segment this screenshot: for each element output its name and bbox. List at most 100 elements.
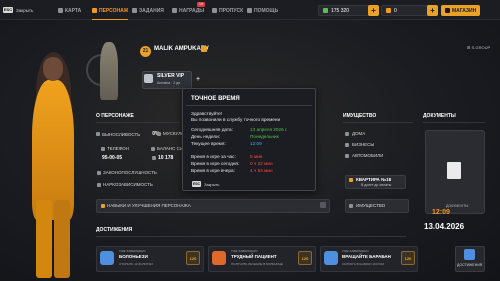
character-leg — [54, 200, 70, 278]
business-icon — [345, 142, 349, 147]
divider — [96, 236, 406, 237]
current-date: 13.04.2026 — [424, 222, 465, 231]
tab-character[interactable]: ПЕРСОНАЖ — [92, 6, 128, 15]
edit-icon[interactable] — [201, 46, 207, 52]
today-value: 0 ч 22 мин — [250, 161, 273, 166]
hour-label: Время в игре за час: — [191, 154, 236, 159]
sim-icon — [151, 146, 155, 151]
shield-icon — [97, 170, 101, 175]
add-cash-button[interactable]: + — [368, 5, 379, 16]
statue-figure — [100, 42, 118, 100]
date-label: Сегодняшняя дата: — [191, 127, 233, 132]
today-label: Время в игре сегодня: — [191, 161, 240, 166]
hour-value: 5 мин — [250, 154, 263, 159]
coin-balance: 0 — [381, 5, 433, 16]
inventory-label: ИМУЩЕСТВО — [349, 203, 385, 208]
current-time: 12:09 — [432, 209, 450, 216]
weekday-label: День недели: — [191, 134, 221, 139]
coin-icon — [152, 156, 156, 160]
group-link[interactable]: ⊞ S-GROUP — [467, 45, 490, 50]
cash-icon — [323, 8, 328, 13]
achievement-icon — [212, 251, 226, 265]
tab-map[interactable]: КАРТА — [58, 6, 81, 15]
divider — [423, 122, 485, 123]
box-icon — [349, 203, 353, 208]
coin-icon — [386, 8, 391, 13]
property-cars[interactable]: АВТОМОБИЛИ — [345, 153, 383, 158]
achievement-status: УЖЕ ЗАВЕРШЕНО — [119, 249, 146, 253]
divider — [96, 122, 180, 123]
dialog-greeting: Здравствуйте! — [191, 111, 223, 116]
awards-count-badge: 14 — [197, 2, 205, 7]
close-label[interactable]: Закрыть — [16, 8, 33, 13]
yesterday-value: 4 ч 54 мин — [250, 168, 273, 173]
achievement-desc: ОТКРЫТЬ 10 ЗОЛОТЫХ — [119, 262, 154, 266]
character-head — [43, 57, 63, 81]
flat-title: КВАРТИРА №18 — [349, 177, 391, 182]
documents-label: ДОКУМЕНТЫ — [446, 204, 469, 208]
time-label: Текущее время: — [191, 141, 226, 146]
house-icon — [345, 131, 349, 136]
property-houses[interactable]: ДОМА — [345, 131, 365, 136]
exact-time-dialog — [182, 88, 316, 191]
about-title: О ПЕРСОНАЖЕ — [96, 113, 134, 119]
muscles-row: МУСКУЛЫ — [157, 131, 185, 136]
character-body — [32, 80, 74, 220]
time-value: 12:09 — [250, 141, 262, 146]
vip-badge-icon — [144, 74, 153, 83]
property-businesses[interactable]: БИЗНЕСЫ — [345, 142, 374, 147]
phone-number: 95-00-05 — [102, 155, 123, 161]
tab-pass[interactable]: ПРОПУСК — [212, 6, 243, 15]
level-badge: 21 — [140, 46, 151, 57]
dialog-divider — [186, 105, 312, 106]
weekday-value: Понедельник — [250, 134, 279, 139]
esc-key-badge[interactable]: ESC — [3, 7, 13, 13]
achievement-status: УЖЕ ЗАВЕРШЕНО — [342, 249, 369, 253]
flat-status: В долге до оплаты — [361, 183, 392, 187]
pill-icon — [97, 182, 101, 187]
chevron-right-icon — [320, 202, 326, 208]
dialog-esc-key[interactable]: ESC — [192, 181, 201, 187]
muscles-icon — [157, 131, 161, 136]
achievements-title: ДОСТИЖЕНИЯ — [96, 227, 133, 233]
ticket-icon — [212, 8, 217, 13]
achievement-desc: СЫГРАТЬ В КАЗИНО 100 РАЗ — [342, 262, 384, 266]
achievement-name: ВРАЩАЙТЕ БАРАБАН — [342, 254, 391, 259]
tab-help[interactable]: ПОМОЩЬ — [247, 6, 278, 15]
car-icon — [345, 153, 349, 158]
achievement-name: ТРУДНЫЙ ПАЦИЕНТ — [231, 254, 277, 259]
skills-label: НАВЫКИ И УЛУЧШЕНИЯ ПЕРСОНАЖА — [101, 203, 191, 208]
achievement-icon — [100, 251, 114, 265]
help-icon — [247, 8, 252, 13]
all-achievements-label: ДОСТИЖЕНИЯ — [457, 263, 483, 267]
skills-icon — [101, 203, 105, 208]
map-icon — [58, 8, 63, 13]
dialog-intro: Вы позвонили в службу точного времени — [191, 117, 281, 122]
dialog-close-label[interactable]: Закрыть — [204, 182, 219, 187]
documents-title: ДОКУМЕНТЫ — [423, 113, 456, 119]
tasks-icon — [132, 8, 137, 13]
vip-subtitle: Активна · 2 дн — [157, 81, 181, 85]
achievement-desc: ПОЛУЧИТЬ ЛЕЧЕНИЕ В БОЛЬНИЦЕ — [231, 262, 283, 266]
dialog-title: ТОЧНОЕ ВРЕМЯ — [191, 96, 240, 102]
tab-tasks[interactable]: ЗАДАНИЯ — [132, 6, 164, 15]
date-value: 13 апреля 2026 г. — [250, 127, 288, 132]
property-title: ИМУЩЕСТВО — [343, 113, 377, 119]
achievement-name: БОЛОНЬЕЗИ — [119, 254, 148, 259]
achievement-count: 120 — [298, 251, 312, 265]
tab-awards[interactable]: НАГРАДЫ — [172, 6, 204, 15]
yesterday-label: Время в игре вчера: — [191, 168, 235, 173]
stamina-row: ВЫНОСЛИВОСТЬ 0% — [96, 131, 159, 137]
cart-icon — [445, 8, 450, 13]
simcard-balance: 10 178 — [152, 155, 173, 161]
divider — [343, 122, 413, 123]
achievement-status: УЖЕ ЗАВЕРШЕНО — [231, 249, 258, 253]
add-vip-button[interactable]: + — [196, 76, 203, 83]
drugs-row: НАРКОЗАВИСИМОСТЬ — [97, 182, 153, 187]
achievement-icon — [324, 251, 338, 265]
add-coins-button[interactable]: + — [427, 5, 438, 16]
shop-button[interactable]: МАГАЗИН — [441, 5, 481, 16]
gift-icon — [172, 8, 177, 13]
phone-icon — [101, 146, 105, 151]
achievement-count: 120 — [401, 251, 415, 265]
